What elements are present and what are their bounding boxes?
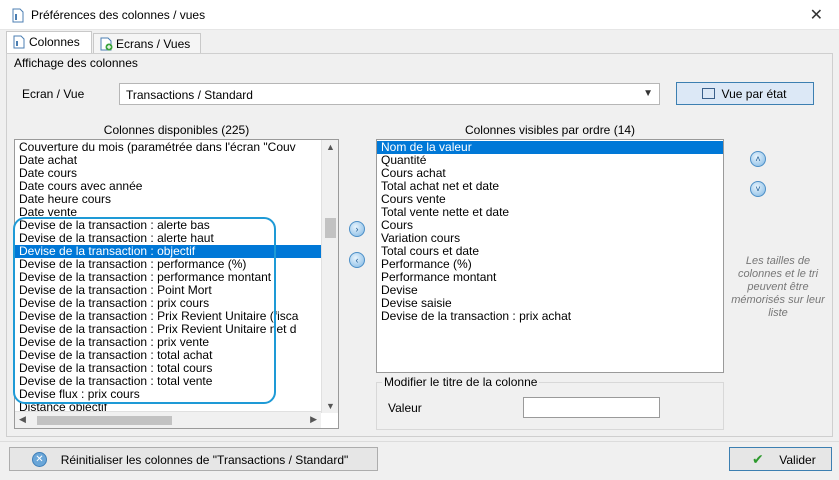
horizontal-scrollbar[interactable]: ◀ ▶ bbox=[15, 411, 321, 428]
column-doc-icon bbox=[12, 8, 24, 23]
screen-add-icon bbox=[100, 37, 113, 51]
list-item[interactable]: Devise de la transaction : prix achat bbox=[377, 310, 723, 323]
scroll-thumb-horizontal[interactable] bbox=[37, 416, 172, 425]
valider-label: Valider bbox=[779, 453, 816, 467]
title-bar: Préférences des colonnes / vues ✕ bbox=[0, 0, 839, 30]
valider-button[interactable]: ✔ Valider bbox=[729, 447, 832, 471]
list-item[interactable]: Nom de la valeur bbox=[377, 141, 723, 154]
add-column-button[interactable]: › bbox=[349, 221, 365, 237]
available-columns-list[interactable]: Couverture du mois (paramétrée dans l'éc… bbox=[14, 139, 339, 429]
list-item[interactable]: Performance montant bbox=[377, 271, 723, 284]
vertical-scrollbar[interactable]: ▲ ▼ bbox=[321, 140, 338, 413]
scroll-down-icon[interactable]: ▼ bbox=[326, 401, 335, 411]
reset-columns-label: Réinitialiser les colonnes de "Transacti… bbox=[60, 453, 349, 467]
move-up-button[interactable]: ˄ bbox=[750, 151, 766, 167]
visible-columns-list[interactable]: Nom de la valeur Quantité Cours achat Total… bbox=[376, 139, 724, 373]
reset-columns-button[interactable]: ✕ Réinitialiser les colonnes de "Transac… bbox=[9, 447, 378, 471]
list-item[interactable]: Total vente nette et date bbox=[377, 206, 723, 219]
footer-divider bbox=[0, 441, 839, 442]
scroll-right-icon[interactable]: ▶ bbox=[310, 414, 317, 425]
visible-columns-title: Colonnes visibles par ordre (14) bbox=[464, 123, 636, 137]
tab-ecrans-vues[interactable]: Ecrans / Vues bbox=[93, 33, 201, 54]
available-columns-title: Colonnes disponibles (225) bbox=[103, 123, 250, 137]
checkmark-icon: ✔ bbox=[752, 451, 764, 467]
scroll-left-icon[interactable]: ◀ bbox=[19, 414, 26, 425]
valeur-input[interactable] bbox=[523, 397, 660, 418]
move-down-button[interactable]: ˅ bbox=[750, 181, 766, 197]
vue-par-etat-button[interactable]: Vue par état bbox=[676, 82, 814, 105]
table-icon bbox=[702, 88, 715, 99]
ecran-select[interactable]: Transactions / Standard ▼ bbox=[119, 83, 660, 105]
modify-title-legend: Modifier le titre de la colonne bbox=[382, 375, 540, 389]
tab-ecrans-vues-label: Ecrans / Vues bbox=[116, 37, 191, 51]
vue-par-etat-label: Vue par état bbox=[721, 87, 787, 101]
tab-colonnes-label: Colonnes bbox=[29, 35, 80, 49]
tab-colonnes[interactable]: Colonnes bbox=[6, 31, 92, 53]
ecran-select-value: Transactions / Standard bbox=[126, 88, 253, 102]
chevron-down-icon[interactable]: ▼ bbox=[643, 88, 653, 99]
scroll-thumb[interactable] bbox=[325, 218, 336, 238]
close-icon[interactable]: ✕ bbox=[810, 5, 823, 25]
window-title: Préférences des colonnes / vues bbox=[31, 8, 206, 22]
section-label: Affichage des colonnes bbox=[14, 56, 138, 70]
ecran-label: Ecran / Vue bbox=[22, 87, 85, 101]
reset-icon: ✕ bbox=[32, 452, 47, 467]
valeur-label: Valeur bbox=[388, 401, 422, 415]
hint-text: Les tailles de colonnes et le tri peuven… bbox=[731, 255, 825, 319]
remove-column-button[interactable]: ‹ bbox=[349, 252, 365, 268]
column-doc-icon bbox=[13, 35, 25, 49]
scroll-up-icon[interactable]: ▲ bbox=[326, 142, 335, 152]
